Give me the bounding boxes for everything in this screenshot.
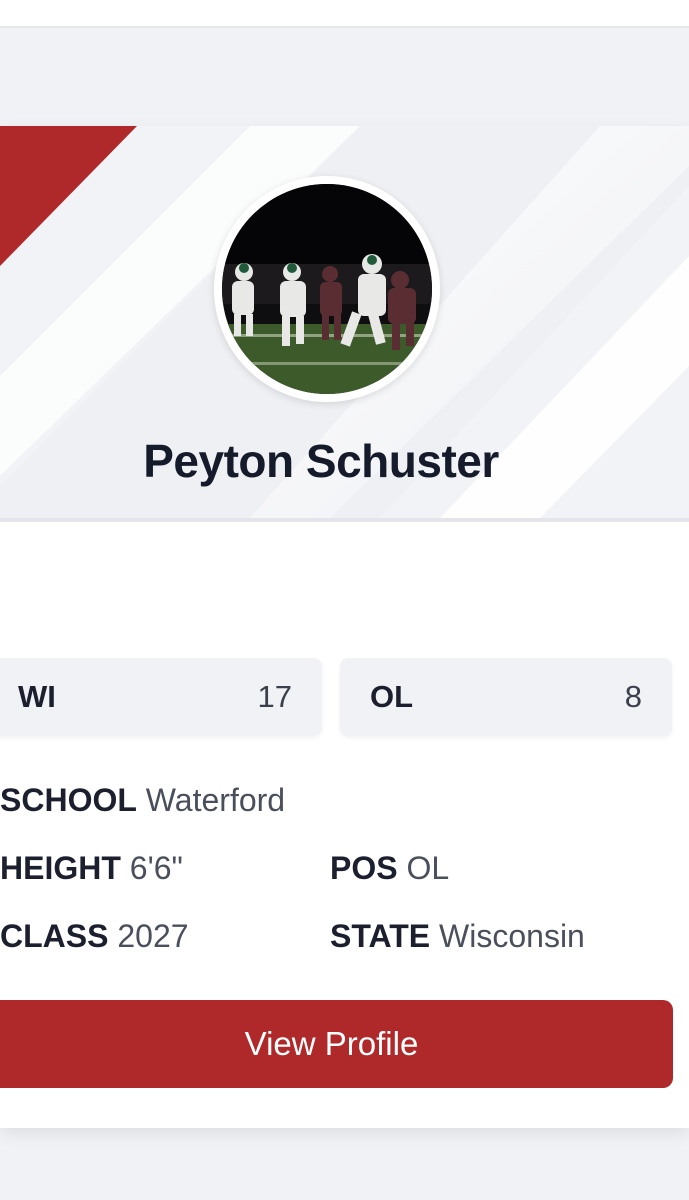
pos-label: POS — [330, 850, 398, 886]
avatar-frame — [214, 176, 440, 402]
height-row: HEIGHT 6'6" — [0, 850, 183, 887]
class-label: CLASS — [0, 918, 109, 954]
avatar[interactable] — [222, 184, 432, 394]
state-label: STATE — [330, 918, 431, 954]
school-label: SCHOOL — [0, 782, 137, 818]
school-row: SCHOOL Waterford — [0, 782, 285, 819]
state-rank-value: 17 — [257, 679, 292, 714]
state-rank-box: WI 17 — [0, 658, 322, 736]
football-photo — [222, 184, 432, 394]
banner-divider — [0, 518, 689, 522]
player-name: Peyton Schuster — [143, 435, 499, 487]
school-value: Waterford — [145, 782, 286, 818]
height-value: 6'6" — [129, 850, 183, 886]
state-value: Wisconsin — [439, 918, 585, 954]
class-value: 2027 — [117, 918, 189, 954]
position-rank-label: OL — [370, 679, 414, 714]
height-label: HEIGHT — [0, 850, 121, 886]
position-rank-box: OL 8 — [340, 658, 672, 736]
state-row: STATE Wisconsin — [330, 918, 585, 955]
state-rank-label: WI — [18, 679, 56, 714]
view-profile-button[interactable]: View Profile — [0, 1000, 673, 1088]
position-rank-value: 8 — [624, 679, 642, 714]
pos-value: OL — [406, 850, 450, 886]
top-bar — [0, 0, 689, 28]
player-card: Peyton Schuster WI 17 OL 8 SCHOOL Waterf… — [0, 126, 689, 1128]
class-row: CLASS 2027 — [0, 918, 189, 955]
profile-banner: Peyton Schuster — [0, 126, 689, 518]
pos-row: POS OL — [330, 850, 449, 887]
